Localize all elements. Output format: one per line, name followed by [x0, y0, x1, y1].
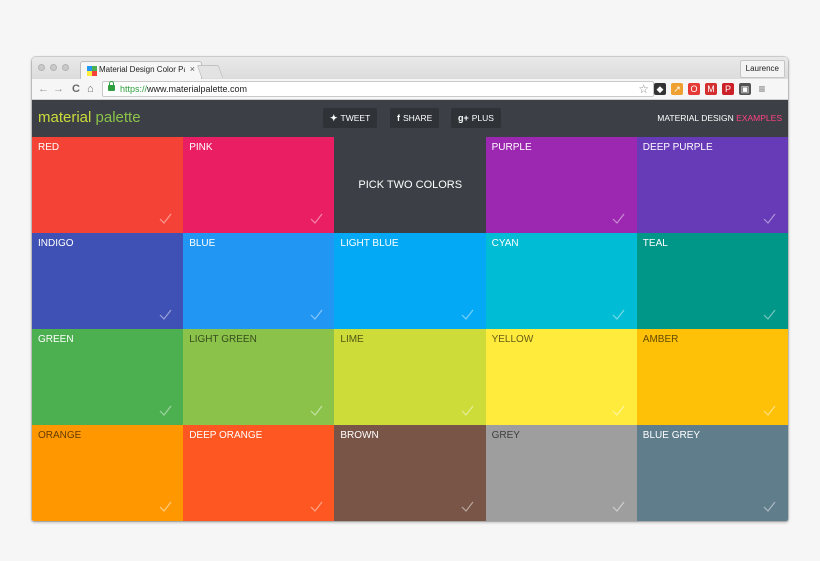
address-bar[interactable]: https://www.materialpalette.com ☆ — [102, 81, 654, 97]
color-tile-indigo[interactable]: INDIGO — [32, 233, 184, 329]
app-header: material palette ✦ TWEET f SHARE g+ PLUS MA… — [32, 100, 788, 137]
tab-title: Material Design Color Pale — [99, 65, 185, 74]
color-tile-blue[interactable]: BLUE — [183, 233, 335, 329]
color-name-label: INDIGO — [38, 238, 74, 249]
twitter-icon: ✦ — [330, 113, 338, 123]
color-name-label: CYAN — [491, 238, 519, 249]
color-tile-red[interactable]: RED — [32, 137, 184, 233]
favicon-icon — [87, 66, 97, 76]
color-tile-yellow[interactable]: YELLOW — [485, 329, 638, 425]
profile-button[interactable]: Laurence — [739, 60, 785, 78]
color-tile-amber[interactable]: AMBER — [636, 329, 788, 425]
color-tile-teal[interactable]: TEAL — [636, 233, 788, 329]
color-name-label: BLUE GREY — [642, 430, 701, 441]
google-plus-icon: g+ — [458, 113, 469, 123]
menu-icon[interactable]: ≡ — [756, 83, 768, 95]
checkmark-icon — [159, 500, 172, 513]
checkmark-icon — [310, 500, 323, 513]
color-tile-pink[interactable]: PINK — [183, 137, 335, 233]
forward-arrow-icon[interactable]: → — [53, 82, 64, 96]
tweet-button[interactable]: ✦ TWEET — [323, 108, 378, 128]
new-tab-button[interactable] — [196, 65, 224, 78]
color-tile-cyan[interactable]: CYAN — [485, 233, 638, 329]
color-name-label: DEEP PURPLE — [642, 142, 713, 153]
color-tile-deep-orange[interactable]: DEEP ORANGE — [183, 425, 335, 521]
url-text: https://www.materialpalette.com — [120, 84, 248, 94]
checkmark-icon — [763, 500, 776, 513]
color-tile-green[interactable]: GREEN — [32, 329, 184, 425]
color-tile-brown[interactable]: BROWN — [334, 425, 487, 521]
browser-toolbar: ← → C ⌂ https://www.materialpalette.com … — [32, 79, 788, 100]
color-tile-deep-purple[interactable]: DEEP PURPLE — [636, 137, 788, 233]
screen-icon[interactable]: ▣ — [739, 83, 751, 95]
pick-two-colors-label: PICK TWO COLORS — [358, 179, 463, 191]
color-tile-light-blue[interactable]: LIGHT BLUE — [334, 233, 487, 329]
share-button[interactable]: f SHARE — [390, 108, 440, 128]
color-name-label: GREEN — [38, 334, 74, 345]
pinterest-icon[interactable]: P — [722, 83, 734, 95]
checkmark-icon — [461, 500, 474, 513]
color-grid: RED PINK PICK TWO COLORS PURPLE DEEP PURPLE I… — [32, 137, 788, 521]
facebook-icon: f — [397, 113, 400, 123]
layers-icon[interactable]: ◆ — [654, 83, 666, 95]
color-name-label: BROWN — [340, 430, 379, 441]
gmail-icon[interactable]: M — [705, 83, 717, 95]
checkmark-icon — [310, 308, 323, 321]
color-name-label: YELLOW — [491, 334, 534, 345]
site-logo[interactable]: material palette — [38, 109, 141, 126]
reload-icon[interactable]: C — [72, 82, 80, 96]
pick-two-colors-panel: PICK TWO COLORS — [334, 137, 487, 233]
color-name-label: AMBER — [642, 334, 679, 345]
color-name-label: ORANGE — [38, 430, 82, 441]
checkmark-icon — [310, 212, 323, 225]
material-design-examples-link[interactable]: MATERIAL DESIGN EXAMPLES — [657, 113, 782, 123]
plus-button[interactable]: g+ PLUS — [451, 108, 501, 128]
color-name-label: LIGHT BLUE — [340, 238, 399, 249]
checkmark-icon — [310, 404, 323, 417]
back-arrow-icon[interactable]: ← — [38, 82, 49, 96]
color-tile-lime[interactable]: LIME — [334, 329, 487, 425]
opera-icon[interactable]: O — [688, 83, 700, 95]
color-name-label: RED — [38, 142, 60, 153]
maximize-window-button[interactable] — [62, 64, 69, 71]
color-name-label: LIGHT GREEN — [189, 334, 257, 345]
browser-window: Material Design Color Pale × Laurence ← … — [32, 57, 788, 521]
chart-icon[interactable]: ↗ — [671, 83, 683, 95]
color-tile-orange[interactable]: ORANGE — [32, 425, 184, 521]
checkmark-icon — [159, 308, 172, 321]
color-tile-grey[interactable]: GREY — [485, 425, 638, 521]
tab-close-icon[interactable]: × — [190, 64, 195, 74]
tab-strip: Material Design Color Pale × Laurence — [32, 57, 788, 79]
color-name-label: TEAL — [642, 238, 668, 249]
minimize-window-button[interactable] — [50, 64, 57, 71]
color-name-label: PURPLE — [491, 142, 532, 153]
checkmark-icon — [461, 404, 474, 417]
browser-tab[interactable]: Material Design Color Pale × — [80, 61, 202, 79]
color-name-label: DEEP ORANGE — [189, 430, 263, 441]
color-name-label: GREY — [491, 430, 520, 441]
bookmark-star-icon[interactable]: ☆ — [638, 82, 649, 96]
checkmark-icon — [159, 404, 172, 417]
color-tile-light-green[interactable]: LIGHT GREEN — [183, 329, 335, 425]
checkmark-icon — [612, 500, 625, 513]
color-name-label: PINK — [189, 142, 213, 153]
checkmark-icon — [461, 308, 474, 321]
close-window-button[interactable] — [38, 64, 45, 71]
checkmark-icon — [612, 404, 625, 417]
checkmark-icon — [159, 212, 172, 225]
color-tile-blue-grey[interactable]: BLUE GREY — [636, 425, 788, 521]
checkmark-icon — [763, 308, 776, 321]
checkmark-icon — [612, 212, 625, 225]
color-tile-purple[interactable]: PURPLE — [485, 137, 638, 233]
lock-icon — [108, 81, 115, 91]
checkmark-icon — [763, 404, 776, 417]
checkmark-icon — [763, 212, 776, 225]
color-name-label: LIME — [340, 334, 364, 345]
color-name-label: BLUE — [189, 238, 216, 249]
checkmark-icon — [612, 308, 625, 321]
home-icon[interactable]: ⌂ — [87, 82, 94, 96]
